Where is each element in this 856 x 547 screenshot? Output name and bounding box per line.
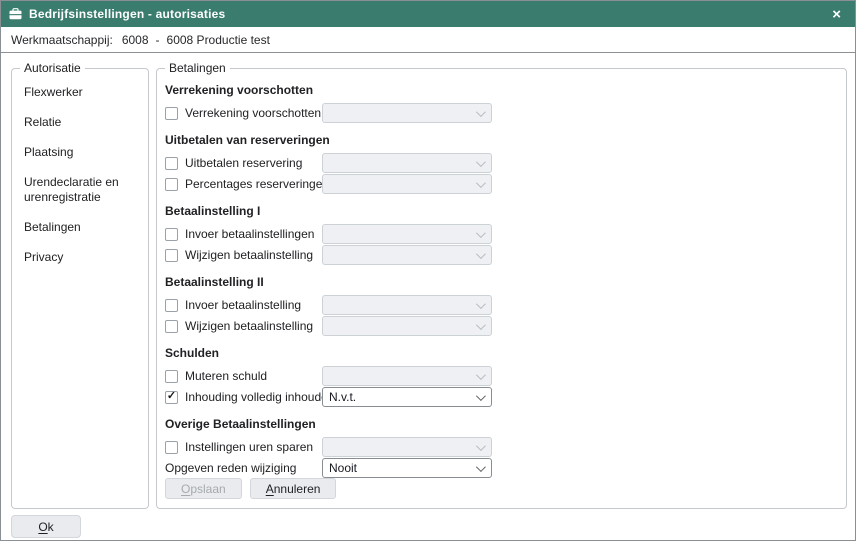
- section-verrekening-voorschotten: Verrekening voorschotten Verrekening voor…: [165, 83, 838, 123]
- form-row-opgeven-reden-wijziging: Opgeven reden wijziging Nooit: [165, 458, 838, 478]
- payments-panel: Betalingen Verrekening voorschottenVerre…: [156, 61, 847, 509]
- form-row-invoer-betaalinstelling: Invoer betaalinstelling: [165, 295, 838, 315]
- content-area: Autorisatie Flexwerker Relatie Plaatsing Ur…: [1, 53, 855, 509]
- dropdown-value: N.v.t.: [329, 390, 476, 404]
- dropdown-instellingen-uren-sparen[interactable]: [322, 437, 492, 457]
- checkbox-verrekening-voorschotten[interactable]: [165, 107, 178, 120]
- dropdown-opgeven-reden-wijziging[interactable]: Nooit: [322, 458, 492, 478]
- chevron-down-icon: [476, 320, 486, 330]
- form-row-inhouding-volledig-inhouden: ✓ Inhouding volledig inhoudenN.v.t.: [165, 387, 838, 407]
- field-label: Inhouding volledig inhouden: [185, 390, 334, 404]
- chevron-down-icon: [476, 391, 486, 401]
- company-separator: -: [156, 33, 160, 47]
- authorization-sidebar: Autorisatie Flexwerker Relatie Plaatsing Ur…: [11, 61, 149, 509]
- chevron-down-icon: [476, 441, 486, 451]
- checkbox-percentages-reserveringen[interactable]: [165, 178, 178, 191]
- section-header: Betaalinstelling II: [165, 275, 838, 290]
- field-label: Wijzigen betaalinstelling: [185, 319, 313, 333]
- chevron-down-icon: [476, 107, 486, 117]
- checkbox-uitbetalen-reservering[interactable]: [165, 157, 178, 170]
- briefcase-icon: [9, 8, 22, 20]
- form-row-uitbetalen-reservering: Uitbetalen reservering: [165, 153, 838, 173]
- dropdown-uitbetalen-reservering[interactable]: [322, 153, 492, 173]
- sidebar-item-betalingen[interactable]: Betalingen: [20, 216, 140, 239]
- panel-legend: Betalingen: [165, 61, 230, 75]
- dropdown-wijzigen-betaalinstelling[interactable]: [322, 316, 492, 336]
- section-header: Uitbetalen van reserveringen: [165, 133, 838, 148]
- section-header: Overige Betaalinstellingen: [165, 417, 838, 432]
- section-schulden: Schulden Muteren schuld ✓ Inhouding volledi…: [165, 346, 838, 407]
- form-row-muteren-schuld: Muteren schuld: [165, 366, 838, 386]
- section-uitbetalen-van-reserveringen: Uitbetalen van reserveringen Uitbetalen r…: [165, 133, 838, 194]
- section-header: Verrekening voorschotten: [165, 83, 838, 98]
- dropdown-verrekening-voorschotten[interactable]: [322, 103, 492, 123]
- chevron-down-icon: [476, 178, 486, 188]
- field-label: Invoer betaalinstelling: [185, 298, 301, 312]
- checkbox-wijzigen-betaalinstelling[interactable]: [165, 249, 178, 262]
- company-bar: Werkmaatschappij: 6008 - 6008 Productie …: [1, 27, 855, 53]
- field-label: Uitbetalen reservering: [185, 156, 302, 170]
- section-betaalinstelling-ii: Betaalinstelling II Invoer betaalinstelli…: [165, 275, 838, 336]
- dropdown-invoer-betaalinstelling[interactable]: [322, 295, 492, 315]
- dropdown-inhouding-volledig-inhouden[interactable]: N.v.t.: [322, 387, 492, 407]
- sidebar-item-privacy[interactable]: Privacy: [20, 246, 140, 269]
- section-header: Betaalinstelling I: [165, 204, 838, 219]
- field-label: Percentages reserveringen: [185, 177, 329, 191]
- dropdown-value: Nooit: [329, 461, 476, 475]
- section-overige-betaalinstellingen: Overige Betaalinstellingen Instellingen u…: [165, 417, 838, 478]
- cancel-button[interactable]: Annuleren: [250, 478, 337, 499]
- dialog-window: Bedrijfsinstellingen - autorisaties × We…: [0, 0, 856, 541]
- dropdown-muteren-schuld[interactable]: [322, 366, 492, 386]
- chevron-down-icon: [476, 157, 486, 167]
- checkmark-icon: ✓: [167, 391, 176, 402]
- form-row-instellingen-uren-sparen: Instellingen uren sparen: [165, 437, 838, 457]
- form-row-verrekening-voorschotten: Verrekening voorschotten: [165, 103, 838, 123]
- field-label: Opgeven reden wijziging: [165, 461, 296, 475]
- section-betaalinstelling-i: Betaalinstelling I Invoer betaalinstellin…: [165, 204, 838, 265]
- form-row-wijzigen-betaalinstelling: Wijzigen betaalinstelling: [165, 245, 838, 265]
- footer-bar: Ok: [1, 509, 855, 538]
- form-row-wijzigen-betaalinstelling: Wijzigen betaalinstelling: [165, 316, 838, 336]
- company-label: Werkmaatschappij:: [11, 33, 113, 47]
- ok-button[interactable]: Ok: [11, 515, 81, 538]
- chevron-down-icon: [476, 370, 486, 380]
- sidebar-item-plaatsing[interactable]: Plaatsing: [20, 141, 140, 164]
- dropdown-invoer-betaalinstellingen[interactable]: [322, 224, 492, 244]
- chevron-down-icon: [476, 462, 486, 472]
- save-button[interactable]: Opslaan: [165, 478, 242, 499]
- field-label: Muteren schuld: [185, 369, 267, 383]
- window-title: Bedrijfsinstellingen - autorisaties: [29, 7, 225, 21]
- section-header: Schulden: [165, 346, 838, 361]
- field-label: Verrekening voorschotten: [185, 106, 321, 120]
- field-label: Instellingen uren sparen: [185, 440, 313, 454]
- field-label: Invoer betaalinstellingen: [185, 227, 314, 241]
- checkbox-checked-inhouding-volledig-inhouden[interactable]: ✓: [165, 391, 178, 404]
- sidebar-legend: Autorisatie: [20, 61, 85, 75]
- checkbox-invoer-betaalinstellingen[interactable]: [165, 228, 178, 241]
- sidebar-item-relatie[interactable]: Relatie: [20, 111, 140, 134]
- dropdown-percentages-reserveringen[interactable]: [322, 174, 492, 194]
- checkbox-wijzigen-betaalinstelling[interactable]: [165, 320, 178, 333]
- company-name: 6008 Productie test: [167, 33, 270, 47]
- checkbox-instellingen-uren-sparen[interactable]: [165, 441, 178, 454]
- title-bar: Bedrijfsinstellingen - autorisaties ×: [1, 1, 855, 27]
- form-row-percentages-reserveringen: Percentages reserveringen: [165, 174, 838, 194]
- close-icon[interactable]: ×: [828, 5, 845, 24]
- checkbox-invoer-betaalinstelling[interactable]: [165, 299, 178, 312]
- sidebar-item-flexwerker[interactable]: Flexwerker: [20, 81, 140, 104]
- chevron-down-icon: [476, 228, 486, 238]
- company-code: 6008: [122, 33, 149, 47]
- checkbox-muteren-schuld[interactable]: [165, 370, 178, 383]
- chevron-down-icon: [476, 249, 486, 259]
- field-label: Wijzigen betaalinstelling: [185, 248, 313, 262]
- sidebar-item-list: Flexwerker Relatie Plaatsing Urendeclaratie…: [20, 81, 140, 269]
- dropdown-wijzigen-betaalinstelling[interactable]: [322, 245, 492, 265]
- sidebar-item-urendeclaratie-en-urenregistratie[interactable]: Urendeclaratie en urenregistratie: [20, 171, 140, 209]
- panel-buttons: Opslaan Annuleren: [165, 478, 336, 499]
- form-sections: Verrekening voorschotten Verrekening voor…: [165, 83, 838, 478]
- chevron-down-icon: [476, 299, 486, 309]
- form-row-invoer-betaalinstellingen: Invoer betaalinstellingen: [165, 224, 838, 244]
